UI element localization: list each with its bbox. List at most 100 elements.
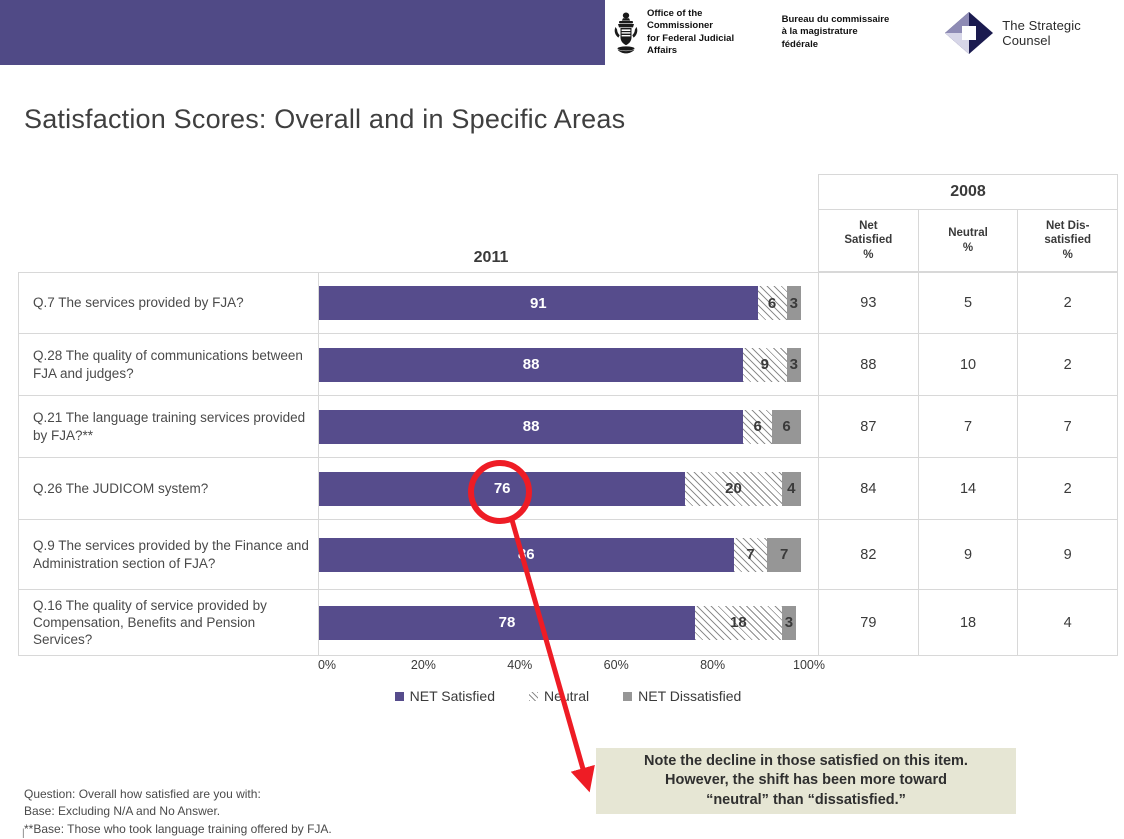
row-question-label: Q.21 The language training services prov… xyxy=(19,396,319,457)
row-bar-cell: 86 7 7 xyxy=(319,520,819,589)
bar-segment-net-dissatisfied: 3 xyxy=(781,605,797,640)
legend-swatch-net-dissatisfied-icon xyxy=(623,691,633,701)
cell-2008-net-dissatisfied: 7 xyxy=(1063,418,1072,435)
cell-2008-net-dissatisfied: 9 xyxy=(1063,546,1072,563)
cell-2008-neutral: 18 xyxy=(919,590,1019,655)
x-axis-tick: 100% xyxy=(793,658,825,672)
legend-label-net-satisfied: NET Satisfied xyxy=(409,688,495,704)
stacked-bar: 91 6 3 xyxy=(319,286,801,320)
legend-swatch-net-satisfied-icon xyxy=(394,691,404,701)
bar-segment-net-satisfied: 78 xyxy=(319,605,695,640)
strategic-counsel-logo: The Strategic Counsel xyxy=(943,10,1124,56)
x-axis-tick: 20% xyxy=(410,658,436,672)
cell-2008-net-dissatisfied: 2 xyxy=(1063,480,1072,497)
bar-value-label: 6 xyxy=(782,418,791,435)
footnote-base: Base: Excluding N/A and No Answer. xyxy=(24,804,221,819)
row-question-label: Q.7 The services provided by FJA? xyxy=(19,273,319,333)
cell-2008-net-dissatisfied: 2 xyxy=(1063,356,1072,373)
legend-label-neutral: Neutral xyxy=(543,688,590,704)
cell-2008-net-satisfied: 82 xyxy=(819,520,919,589)
bar-value-label: 78 xyxy=(498,614,516,631)
bar-segment-net-satisfied: 88 xyxy=(319,347,744,382)
header-logos: Office of the Commissioner for Federal J… xyxy=(605,0,1124,65)
bar-segment-net-satisfied: 76 xyxy=(319,471,686,506)
table-row: Q.26 The JUDICOM system? 76 20 4 84 14 2 xyxy=(18,458,1118,520)
cell-2008-net-satisfied: 79 xyxy=(819,590,919,655)
cell-2008-net-satisfied: 84 xyxy=(819,458,919,519)
row-question-label: Q.26 The JUDICOM system? xyxy=(19,458,319,519)
cell-2008-neutral: 10 xyxy=(919,334,1019,395)
bar-value-label: 6 xyxy=(753,418,762,435)
bar-segment-net-satisfied: 91 xyxy=(319,286,758,320)
bar-segment-net-dissatisfied: 7 xyxy=(767,537,801,572)
chart-legend: NET Satisfied Neutral NET Dissatisfied xyxy=(318,688,818,704)
bar-value-label: 6 xyxy=(767,294,777,312)
bar-segment-net-satisfied: 88 xyxy=(319,409,744,444)
stacked-bar: 86 7 7 xyxy=(319,537,801,572)
bar-segment-net-dissatisfied: 6 xyxy=(772,409,801,444)
legend-item-net-dissatisfied: NET Dissatisfied xyxy=(623,688,741,704)
bar-value-label: 9 xyxy=(760,356,770,373)
legend-item-neutral: Neutral xyxy=(528,688,590,704)
row-bar-cell: 91 6 3 xyxy=(319,273,819,333)
column-header-neutral: Neutral % xyxy=(918,210,1019,272)
bar-value-label: 7 xyxy=(779,546,789,563)
column-header-net-dissatisfied: Net Dis- satisfied % xyxy=(1018,210,1119,272)
bar-value-label: 3 xyxy=(789,356,798,373)
row-bar-cell: 88 6 6 xyxy=(319,396,819,457)
column-group-header-2008: 2008 xyxy=(818,174,1118,210)
cell-2008-neutral: 14 xyxy=(919,458,1019,519)
table-row: Q.28 The quality of communications betwe… xyxy=(18,334,1118,396)
cell-2008-neutral: 7 xyxy=(919,396,1019,457)
bar-segment-net-satisfied: 86 xyxy=(319,537,734,572)
bar-value-label: 7 xyxy=(746,546,755,563)
cell-2008-neutral: 9 xyxy=(919,520,1019,589)
header-purple-band xyxy=(0,0,605,65)
legend-swatch-neutral-icon xyxy=(528,691,538,701)
bar-segment-net-dissatisfied: 4 xyxy=(781,471,801,506)
cell-2008-net-dissatisfied: 2 xyxy=(1063,295,1072,311)
diamond-logo-icon xyxy=(945,11,994,54)
bar-segment-neutral: 7 xyxy=(733,537,768,572)
bar-value-label: 20 xyxy=(725,480,742,497)
x-axis-tick: 40% xyxy=(507,658,533,672)
footnote-base-language: **Base: Those who took language training… xyxy=(24,821,332,836)
bar-value-label: 86 xyxy=(517,546,535,563)
slide-corner-mark: | xyxy=(22,828,25,839)
cell-2008-net-dissatisfied: 4 xyxy=(1063,614,1072,631)
chart-column-header-2011: 2011 xyxy=(473,249,509,266)
fja-logo: Office of the Commissioner for Federal J… xyxy=(613,8,764,57)
legend-label-net-dissatisfied: NET Dissatisfied xyxy=(638,688,742,704)
table-row: Q.16 The quality of service provided by … xyxy=(18,590,1118,656)
bar-segment-net-dissatisfied: 3 xyxy=(786,347,801,382)
row-question-label: Q.28 The quality of communications betwe… xyxy=(19,334,319,395)
row-bar-cell: 76 20 4 xyxy=(319,458,819,519)
bar-segment-neutral: 20 xyxy=(685,471,782,506)
stacked-bar: 78 18 3 xyxy=(319,605,801,640)
footnotes: Question: Overall how satisfied are you … xyxy=(24,786,332,838)
footnote-question: Question: Overall how satisfied are you … xyxy=(24,787,261,801)
legend-item-net-satisfied: NET Satisfied xyxy=(394,688,495,704)
fja-logo-text-fr: Bureau du commissaire à la magistrature … xyxy=(781,14,890,50)
bar-value-label: 3 xyxy=(784,614,794,631)
bar-segment-neutral: 9 xyxy=(743,347,787,382)
bar-segment-neutral: 6 xyxy=(757,286,787,320)
bar-value-label: 91 xyxy=(529,294,547,312)
table-row: Q.9 The services provided by the Finance… xyxy=(18,520,1118,590)
bar-value-label: 4 xyxy=(787,480,796,497)
bar-value-label: 88 xyxy=(522,418,540,435)
bar-segment-neutral: 6 xyxy=(743,409,773,444)
x-axis-tick: 0% xyxy=(317,658,337,672)
coat-of-arms-icon xyxy=(614,12,638,53)
stacked-bar: 76 20 4 xyxy=(319,471,801,506)
satisfaction-table: Q.7 The services provided by FJA? 91 6 3 93 5… xyxy=(18,272,1118,656)
x-axis-ticks: 0% 20% 40% 60% 80% 100% xyxy=(317,658,825,674)
table-row: Q.7 The services provided by FJA? 91 6 3 93 5… xyxy=(18,272,1118,334)
row-bar-cell: 88 9 3 xyxy=(319,334,819,395)
cell-2008-neutral: 5 xyxy=(919,273,1019,333)
fja-logo-text-en: Office of the Commissioner for Federal J… xyxy=(647,8,735,56)
cell-2008-net-satisfied: 87 xyxy=(819,396,919,457)
row-question-label: Q.9 The services provided by the Finance… xyxy=(19,520,319,589)
page-title: Satisfaction Scores: Overall and in Spec… xyxy=(24,104,626,134)
bar-value-label: 3 xyxy=(789,294,798,312)
